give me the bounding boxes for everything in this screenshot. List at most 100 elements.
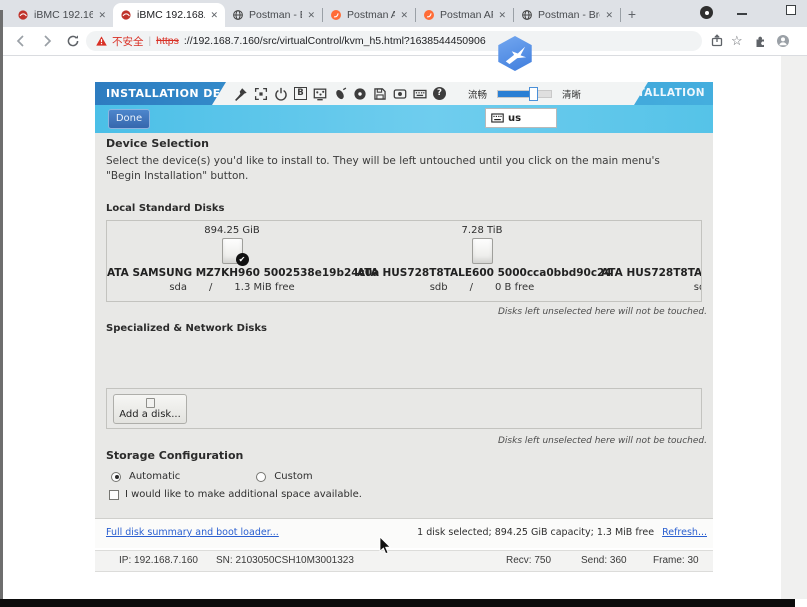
- maximize-button[interactable]: [786, 5, 796, 15]
- floppy-icon[interactable]: [373, 87, 387, 101]
- partitioning-options: Automatic Custom: [111, 471, 313, 482]
- automatic-label: Automatic: [129, 471, 180, 482]
- storage-configuration-title: Storage Configuration: [106, 449, 243, 462]
- tab-strip: iBMC 192.168.7.16 ✕ iBMC 192.168.7.16 ✕ …: [0, 0, 807, 27]
- pin-icon[interactable]: [234, 87, 248, 101]
- disk-free: 0 B free: [495, 282, 534, 293]
- mouse-cursor: [379, 537, 391, 555]
- quality-slider[interactable]: [497, 90, 552, 98]
- kvm-status-bar: IP: 192.168.7.160 SN: 2103050CSH10M30013…: [95, 550, 713, 572]
- disk-devline: sdc /: [601, 282, 702, 293]
- soft-keyboard-icon[interactable]: [413, 87, 427, 101]
- share-icon[interactable]: [710, 34, 724, 48]
- ibmc-favicon: [120, 9, 132, 21]
- url-field[interactable]: 不安全 | https ://192.168.7.160/src/virtual…: [86, 31, 702, 51]
- additional-space-label: I would like to make additional space av…: [125, 489, 362, 500]
- url-divider: |: [149, 36, 152, 47]
- url-text: ://192.168.7.160/src/virtualControl/kvm_…: [184, 35, 486, 47]
- disk-dev: sdb: [430, 282, 448, 293]
- disk-dev: sda: [169, 282, 187, 293]
- status-send: Send: 360: [581, 555, 627, 566]
- tab-postman-browse-1[interactable]: Postman - Browse ✕: [225, 3, 322, 27]
- window-left-border: [0, 10, 3, 599]
- tab-title: iBMC 192.168.7.16: [137, 9, 205, 21]
- reload-icon[interactable]: [66, 34, 80, 48]
- disk-sep: /: [470, 282, 473, 293]
- add-disk-button[interactable]: Add a disk...: [113, 394, 187, 424]
- keyboard-layout-value: us: [508, 113, 521, 124]
- close-icon[interactable]: ✕: [605, 10, 613, 21]
- additional-space-row: I would like to make additional space av…: [109, 489, 362, 500]
- url-scheme: https: [156, 35, 179, 47]
- disk-size: 7.28 TiB: [601, 225, 702, 236]
- mouse-icon[interactable]: [333, 87, 347, 101]
- extensions-puzzle-icon[interactable]: [754, 34, 768, 48]
- forward-icon[interactable]: [40, 34, 54, 48]
- tab-title: iBMC 192.168.7.16: [34, 9, 93, 21]
- address-bar: 不安全 | https ://192.168.7.160/src/virtual…: [0, 27, 807, 56]
- tab-title: Postman API Platfo: [347, 9, 395, 21]
- close-icon[interactable]: ✕: [498, 10, 506, 21]
- add-disk-label: Add a disk...: [114, 408, 186, 421]
- profile-avatar-icon[interactable]: [776, 34, 790, 48]
- cdrom-icon[interactable]: [353, 87, 367, 101]
- page-scrollbar-track[interactable]: [781, 56, 807, 599]
- security-warning-text: 不安全: [112, 34, 144, 49]
- disk-sdb[interactable]: 7.28 TiB ATA HUS728T8TALE600 5000cca0bbd…: [357, 221, 607, 302]
- ibmc-favicon: [17, 9, 29, 21]
- disk-sdc[interactable]: 7.28 TiB ATA HUS728T8TALE600 5000cca0bbd…: [601, 221, 702, 302]
- device-selection-description: Select the device(s) you'd like to insta…: [106, 154, 691, 183]
- close-icon[interactable]: ✕: [98, 10, 106, 21]
- tab-postman-api-1[interactable]: Postman API Platfo ✕: [323, 3, 415, 27]
- tab-postman-api-2[interactable]: Postman API Platfo ✕: [416, 3, 513, 27]
- keyboard-layout-indicator[interactable]: us: [485, 108, 557, 128]
- quality-clear-label: 清晰: [562, 87, 581, 101]
- disk-name: ATA HUS728T8TALE600 5000cca0bbd90c24: [357, 267, 607, 279]
- disk-name: ATA HUS728T8TALE600 5000cca0bbd90c24: [601, 267, 702, 279]
- disk-free: 1.3 MiB free: [234, 282, 294, 293]
- browser-update-icon[interactable]: [700, 6, 713, 19]
- screen-layout-icon[interactable]: [313, 87, 327, 101]
- disk-icon: [146, 398, 155, 408]
- close-icon[interactable]: ✕: [210, 10, 218, 21]
- tab-ibmc-1[interactable]: iBMC 192.168.7.16 ✕: [10, 3, 113, 27]
- selection-summary: 1 disk selected; 894.25 GiB capacity; 1.…: [417, 527, 654, 538]
- bookmark-star-icon[interactable]: ☆: [731, 33, 743, 49]
- specialized-disks-panel: Add a disk...: [106, 388, 702, 429]
- local-disks-panel: 894.25 GiB ATA SAMSUNG MZ7KH960 5002538e…: [106, 220, 702, 302]
- tab-ibmc-2-active[interactable]: iBMC 192.168.7.16 ✕: [113, 3, 225, 27]
- kvm-viewer: INSTALLATION DESTINATION INSTALLATION B …: [95, 82, 713, 548]
- close-icon[interactable]: ✕: [307, 10, 315, 21]
- tab-title: Postman - Browse: [249, 9, 302, 21]
- full-disk-summary-link[interactable]: Full disk summary and boot loader...: [106, 527, 279, 538]
- power-icon[interactable]: [274, 87, 288, 101]
- installer-content: Device Selection Select the device(s) yo…: [95, 133, 713, 518]
- refresh-link[interactable]: Refresh...: [662, 527, 707, 538]
- installer-header: INSTALLATION DESTINATION INSTALLATION B …: [95, 82, 713, 105]
- minimize-button[interactable]: [737, 13, 747, 15]
- status-recv: Recv: 750: [506, 555, 551, 566]
- checkbox-additional-space[interactable]: [109, 490, 119, 500]
- disk-devline: sda / 1.3 MiB free: [107, 282, 357, 293]
- close-icon[interactable]: ✕: [400, 10, 408, 21]
- unselected-note: Disks left unselected here will not be t…: [498, 436, 707, 446]
- back-icon[interactable]: [14, 34, 28, 48]
- tab-postman-browse-2[interactable]: Postman - Browse ✕: [514, 3, 620, 27]
- quality-slider-handle[interactable]: [529, 87, 538, 101]
- record-icon[interactable]: [393, 87, 407, 101]
- installer-bottom-bar: Full disk summary and boot loader... 1 d…: [95, 518, 713, 548]
- radio-automatic[interactable]: [111, 472, 121, 482]
- new-tab-button[interactable]: +: [621, 4, 643, 26]
- disk-dev: sdc: [694, 282, 702, 293]
- custom-label: Custom: [274, 471, 312, 482]
- done-button[interactable]: Done: [108, 109, 150, 129]
- kvm-toolbar: B ? 流畅 清晰: [212, 82, 648, 105]
- security-warning-icon: [96, 36, 107, 46]
- help-icon[interactable]: ?: [433, 87, 446, 100]
- radio-custom[interactable]: [256, 472, 266, 482]
- status-sn: SN: 2103050CSH10M3001323: [216, 555, 354, 566]
- selected-check-icon: [236, 253, 249, 266]
- fullscreen-icon[interactable]: [254, 87, 268, 101]
- disk-sda[interactable]: 894.25 GiB ATA SAMSUNG MZ7KH960 5002538e…: [107, 221, 357, 302]
- keyboard-b-icon[interactable]: B: [294, 87, 307, 100]
